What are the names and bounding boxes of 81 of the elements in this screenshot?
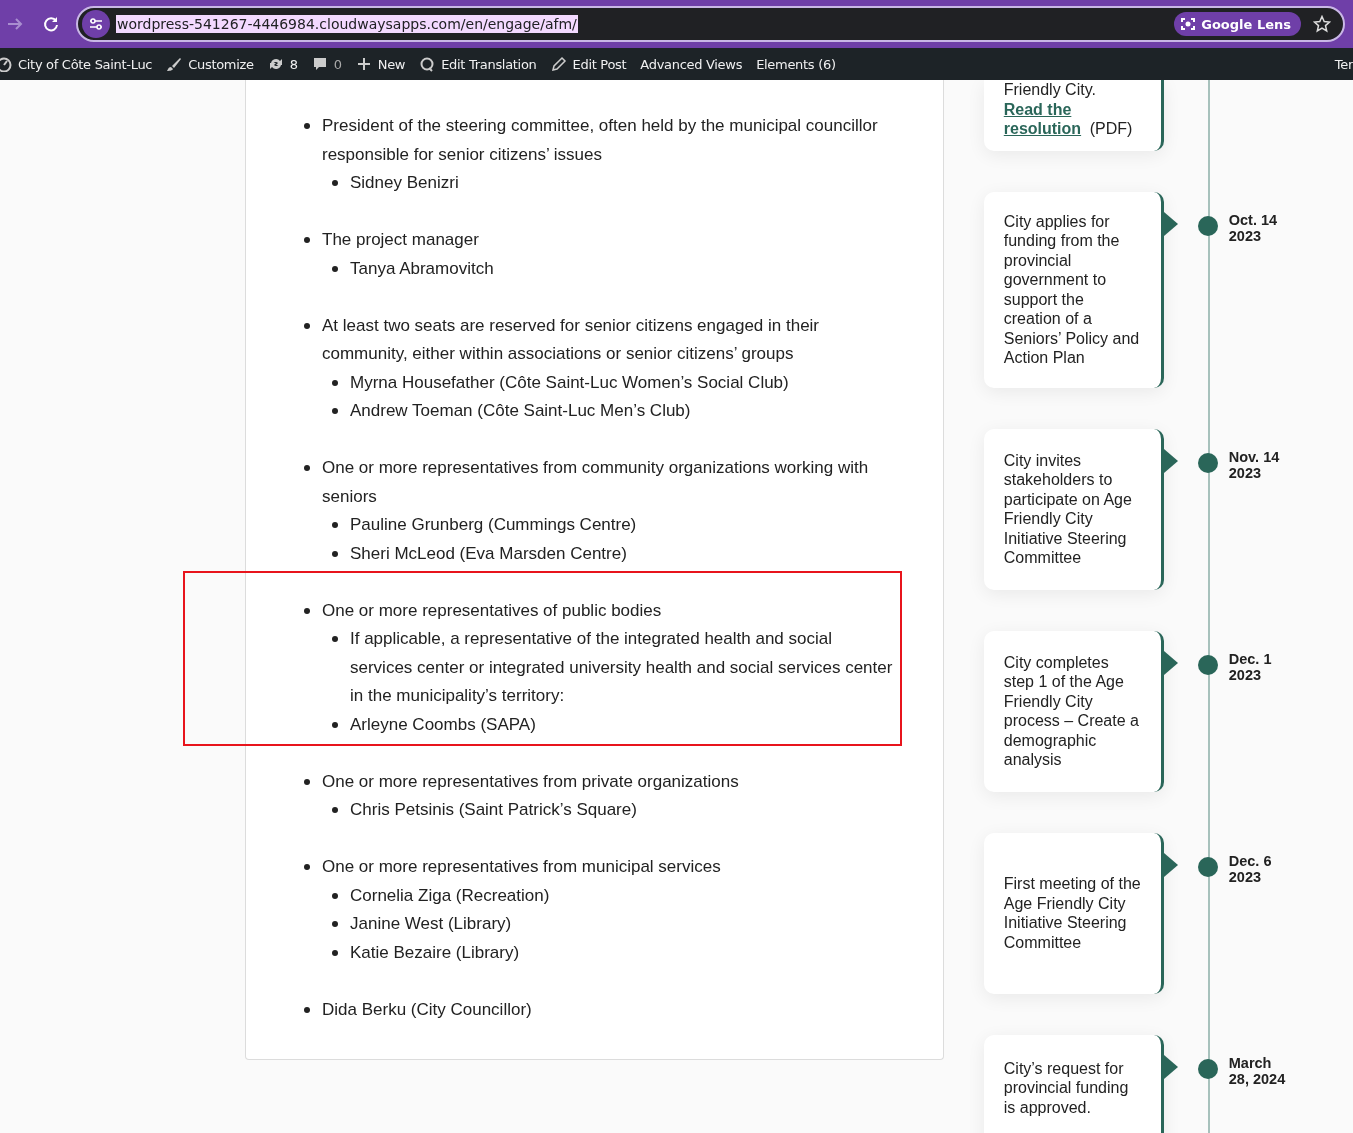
event-date: March 28, 2024 (1228, 1053, 1287, 1089)
bullet-icon (304, 778, 310, 785)
toolbar-link[interactable]: 0 (304, 48, 349, 80)
card-text: City invites stakeholders to participate on Age Friendly City Initiative Steering Committee (1003, 450, 1133, 568)
toolbar-link[interactable]: New (348, 48, 413, 80)
bullet-icon (304, 322, 310, 329)
bullet-icon (304, 1006, 310, 1013)
url-text: wordpress-541267-4446984.cloudwaysapps.com/en/engage/afm/ (116, 15, 578, 33)
timeline-dot (1197, 452, 1218, 473)
card-text: City completes step 1 of the Age Friendly City process – Create a demographic analysis (1003, 652, 1140, 770)
card-text: City’s request for provincial funding is approved. (1003, 1058, 1130, 1117)
bullet-icon (332, 807, 338, 813)
bullet-icon (332, 265, 338, 272)
list-item-text: Dida Berku (City Councillor) (322, 998, 532, 1021)
list-item-text: One or more representatives from community organizations working with seniors (322, 457, 870, 508)
google-lens-button[interactable]: Google Lens (1174, 12, 1301, 36)
list-item-text: If applicable, a representative of the integrated health and social services center or integrated university health and social services center in the municipality’s territory: (350, 628, 893, 707)
card-text: Friendly City. (1003, 80, 1097, 100)
brush-icon (166, 56, 183, 72)
address-bar[interactable]: wordpress-541267-4446984.cloudwaysapps.com/en/engage/afm/ Google Lens (76, 6, 1345, 42)
list-item-text: President of the steering committee, often held by the municipal councillor responsible for senior citizens’ issues (322, 115, 879, 166)
gauge-icon (0, 56, 12, 72)
bullet-icon (332, 180, 338, 186)
event-date: Dec. 6 2023 (1228, 851, 1273, 887)
timeline-dot (1197, 856, 1218, 877)
list-item-text: Andrew Toeman (Côte Saint-Luc Men’s Club) (350, 400, 691, 422)
list-item-text: At least two seats are reserved for senior citizens engaged in their community, either within associations or senior citizens’ groups (322, 314, 821, 365)
list-item-text: One or more representatives of public bodies (322, 599, 662, 622)
list-item-text: Arleyne Coombs (SAPA) (350, 713, 536, 736)
event-date: Oct. 14 2023 (1228, 210, 1279, 246)
card-text: (PDF) (1089, 119, 1133, 139)
bullet-icon (332, 921, 338, 927)
card-text: City applies for funding from the provincial government to support the creation of a Seniors’ Policy and Action Plan (1003, 211, 1141, 368)
pencil-icon (550, 56, 567, 72)
speech-bubble-icon (419, 56, 436, 72)
list-item-text: Chris Petsinis (Saint Patrick’s Square) (350, 799, 637, 821)
card-text: First meeting of the Age Friendly City Initiative Steering Committee (1003, 874, 1142, 952)
list-item-text: One or more representatives from private organizations (322, 770, 739, 793)
toolbar-link[interactable]: Edit Post (543, 48, 634, 80)
site-settings-icon[interactable] (82, 10, 110, 38)
list-item-text: Myrna Housefather (Côte Saint-Luc Women’s Social Club) (350, 371, 789, 394)
bullet-icon (304, 123, 310, 129)
bullet-icon (332, 636, 338, 642)
bullet-icon (332, 721, 338, 728)
bullet-icon (332, 408, 338, 414)
list-item-text: Pauline Grunberg (Cummings Centre) (350, 514, 637, 536)
list-item-text: Sidney Benizri (350, 172, 459, 194)
timeline-dot (1197, 215, 1218, 236)
resolution-link[interactable]: Read the resolution (1003, 99, 1086, 139)
list-item-text: Katie Bezaire (Library) (350, 941, 520, 964)
list-item-text: The project manager (322, 229, 479, 251)
bullet-icon (332, 522, 338, 528)
toolbar-link[interactable]: City of Côte Saint-Luc (0, 48, 160, 80)
bullet-icon (304, 607, 310, 614)
bullet-icon (304, 465, 310, 471)
comment-icon (311, 56, 328, 72)
lens-icon (1180, 16, 1197, 32)
bullet-icon (304, 864, 310, 870)
event-date: Nov. 14 2023 (1228, 447, 1281, 483)
toolbar-link[interactable]: 8 (260, 48, 305, 80)
list-item-text: Tanya Abramovitch (350, 257, 494, 280)
toolbar-link[interactable]: Advanced Views (633, 48, 750, 80)
event-date: Dec. 1 2023 (1228, 649, 1273, 685)
bullet-icon (332, 379, 338, 386)
timeline-dot (1197, 654, 1218, 675)
list-item-text: Cornelia Ziga (Recreation) (350, 884, 550, 907)
bullet-icon (304, 237, 310, 243)
toolbar-link[interactable]: Ter (1334, 48, 1353, 80)
bullet-icon (332, 949, 338, 956)
star-icon[interactable] (1313, 15, 1331, 33)
toolbar-link[interactable]: Edit Translation (412, 48, 544, 80)
bullet-icon (332, 892, 338, 899)
list-item-text: One or more representatives from municipal services (322, 856, 721, 878)
list-item-text: Janine West (Library) (350, 913, 512, 935)
bullet-icon (332, 550, 338, 557)
toolbar-link[interactable]: Customize (159, 48, 261, 80)
refresh-icon (267, 56, 284, 72)
toolbar-link[interactable]: Elements (6) (749, 48, 843, 80)
timeline-dot (1197, 1058, 1218, 1079)
list-item-text: Sheri McLeod (Eva Marsden Centre) (350, 542, 627, 565)
plus-icon (355, 56, 372, 72)
